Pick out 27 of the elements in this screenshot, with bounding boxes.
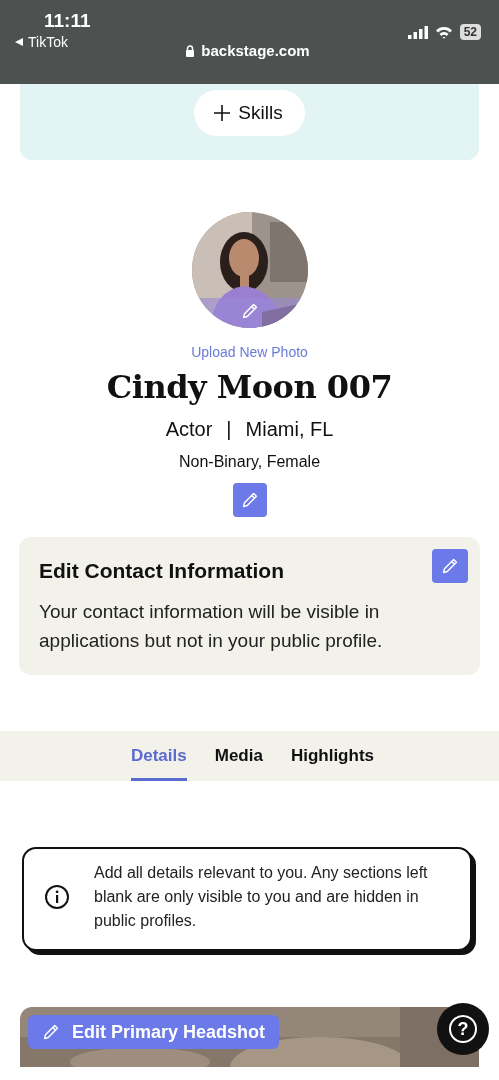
- profile-location: Miami, FL: [245, 418, 334, 441]
- help-button[interactable]: ?: [437, 1003, 489, 1055]
- info-icon: [44, 884, 70, 910]
- battery-level: 52: [459, 24, 481, 40]
- lock-icon: [185, 44, 196, 57]
- edit-profile-button[interactable]: [232, 483, 267, 517]
- tab[interactable]: Media: [214, 731, 263, 781]
- profile-role: Actor: [165, 418, 213, 441]
- signal-icon: [407, 25, 428, 39]
- edit-contact-button[interactable]: [432, 549, 468, 583]
- notice-text: Add all details relevant to you. Any sections left blank are only visible to you and are hidden in public profiles.: [94, 863, 429, 931]
- back-app-link[interactable]: TikTok: [28, 34, 68, 50]
- upload-photo-link[interactable]: Upload New Photo: [191, 344, 308, 360]
- address-bar-url[interactable]: backstage.com: [201, 42, 310, 59]
- wifi-icon: [434, 25, 453, 39]
- card-title: Edit Contact Information: [39, 559, 284, 583]
- tab[interactable]: Highlights: [290, 731, 374, 781]
- clock-time: 11:11: [44, 10, 91, 32]
- back-arrow-icon[interactable]: [14, 37, 24, 47]
- separator-text: |: [226, 418, 232, 441]
- tab[interactable]: Details: [130, 731, 187, 781]
- add-skills-button[interactable]: Skills: [194, 90, 305, 136]
- gender-identity: Non-Binary, Female: [178, 453, 321, 471]
- card-description: Your contact information will be visible in applications but not in your public profile.: [39, 600, 384, 653]
- edit-headshot-button[interactable]: Edit Primary Headshot: [28, 1015, 280, 1049]
- profile-name: Cindy Moon 007: [106, 368, 393, 406]
- plus-icon: [214, 105, 231, 121]
